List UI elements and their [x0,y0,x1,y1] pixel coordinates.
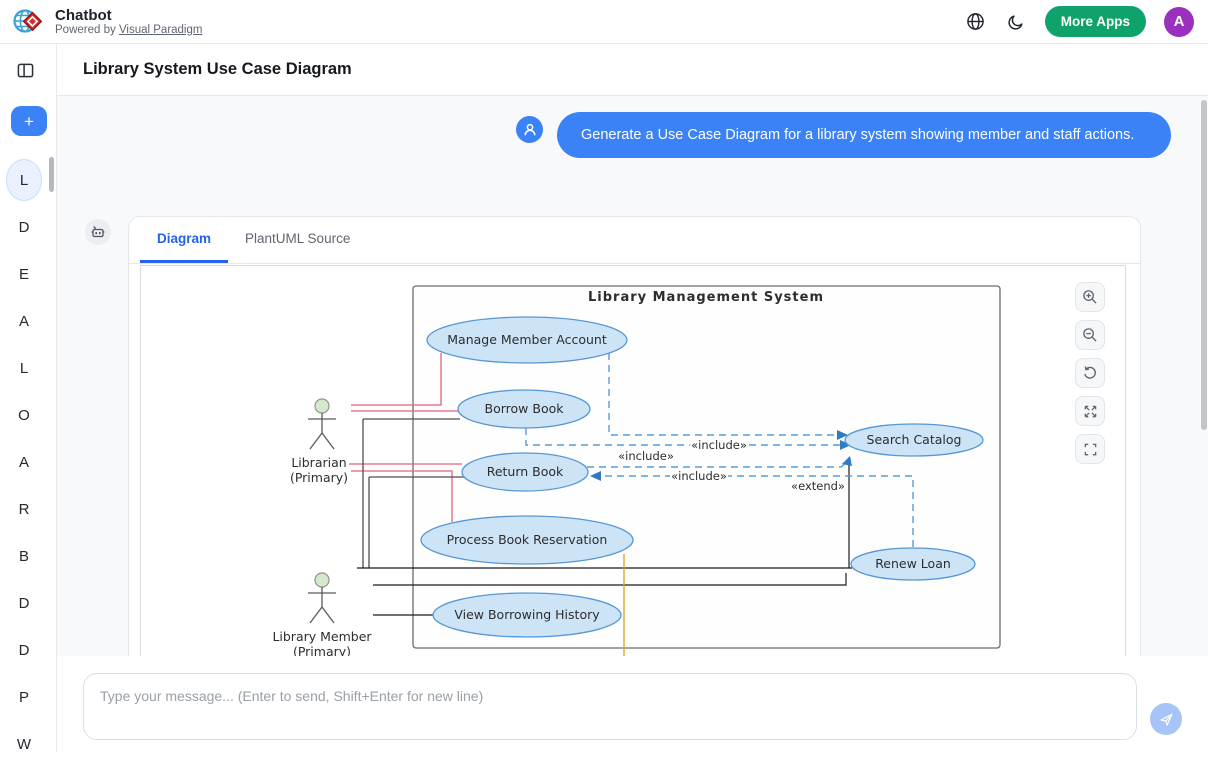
tab-plantuml-source[interactable]: PlantUML Source [228,217,367,263]
svg-text:(Primary): (Primary) [293,644,351,656]
conversation-item[interactable]: O [6,400,42,430]
include-label-3: «include» [671,469,727,483]
conversation-item[interactable]: D [6,588,42,618]
zoom-in-button[interactable] [1075,282,1105,312]
svg-text:Librarian: Librarian [291,455,346,470]
svg-text:Manage Member Account: Manage Member Account [447,332,607,347]
actor-library-member: Library Member (Primary) [272,573,372,656]
diagram-canvas[interactable]: Library Management System [140,265,1126,656]
visual-paradigm-link[interactable]: Visual Paradigm [119,24,203,36]
visual-paradigm-logo [13,7,43,37]
conversation-item[interactable]: D [6,212,42,242]
extend-label: «extend» [791,479,845,493]
app-header: Chatbot Powered by Visual Paradigm More … [0,0,1208,44]
actor-librarian: Librarian (Primary) [290,399,348,485]
message-input[interactable] [83,673,1137,740]
composer [57,656,1208,752]
conversation-list: L D E A L O A R B D D P W [0,165,48,759]
tab-diagram[interactable]: Diagram [140,217,228,263]
expand-button[interactable] [1075,396,1105,426]
svg-text:(Primary): (Primary) [290,470,348,485]
conversation-item[interactable]: W [6,729,42,759]
user-person-icon [516,116,543,143]
conversation-item[interactable]: E [6,259,42,289]
response-card: Diagram PlantUML Source Library Manageme… [128,216,1141,656]
user-message-bubble: Generate a Use Case Diagram for a librar… [557,112,1171,158]
conversation-item[interactable]: L [6,159,42,201]
fullscreen-button[interactable] [1075,434,1105,464]
conversation-item[interactable]: A [6,447,42,477]
tab-bar: Diagram PlantUML Source [129,217,1140,264]
svg-text:Return Book: Return Book [487,464,564,479]
svg-text:View Borrowing History: View Borrowing History [454,607,600,622]
svg-text:Renew Loan: Renew Loan [875,556,951,571]
include-label-2: «include» [618,449,674,463]
dark-mode-moon-icon[interactable] [1005,11,1027,33]
chat-area: Generate a Use Case Diagram for a librar… [57,96,1208,656]
more-apps-button[interactable]: More Apps [1045,6,1146,37]
send-plane-icon [1159,712,1174,727]
conversation-item[interactable]: R [6,494,42,524]
powered-by: Powered by Visual Paradigm [55,24,202,36]
conversation-item[interactable]: B [6,541,42,571]
language-globe-icon[interactable] [965,11,987,33]
conversation-rail: + L D E A L O A R B D D P W [0,44,57,752]
content-header: Library System Use Case Diagram [57,44,1208,96]
send-button[interactable] [1150,703,1182,735]
include-label-1: «include» [691,438,747,452]
zoom-out-button[interactable] [1075,320,1105,350]
user-avatar-badge[interactable]: A [1164,7,1194,37]
chat-scrollbar-thumb[interactable] [1201,100,1207,430]
conversation-item[interactable]: L [6,353,42,383]
app-title: Chatbot [55,7,202,24]
reset-view-button[interactable] [1075,358,1105,388]
diagram-toolbar [1075,282,1105,464]
svg-text:Search Catalog: Search Catalog [867,432,962,447]
new-chat-button[interactable]: + [11,106,47,136]
conversation-item[interactable]: D [6,635,42,665]
sidebar-toggle-icon[interactable] [17,62,34,79]
svg-text:Library Member: Library Member [272,629,372,644]
page-title: Library System Use Case Diagram [83,60,352,79]
bot-robot-icon [85,219,111,245]
svg-text:Borrow Book: Borrow Book [485,401,565,416]
conversation-item[interactable]: P [6,682,42,712]
use-case-diagram: Library Management System [141,266,1126,656]
rail-scrollbar-thumb[interactable] [49,157,54,192]
user-message-row: Generate a Use Case Diagram for a librar… [516,112,1171,158]
conversation-item[interactable]: A [6,306,42,336]
svg-text:Process Book Reservation: Process Book Reservation [447,532,608,547]
system-title: Library Management System [588,290,824,305]
